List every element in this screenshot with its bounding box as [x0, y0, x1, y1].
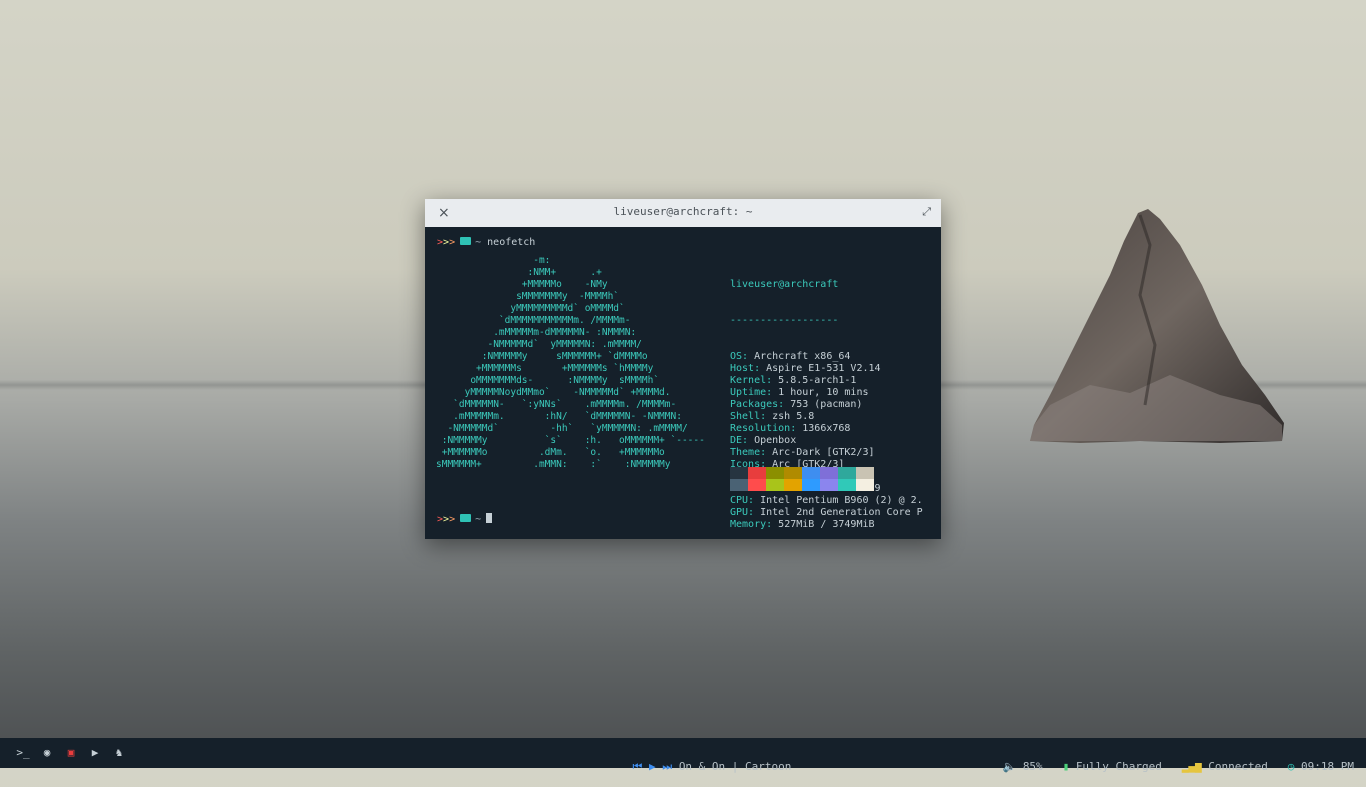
- github-launcher-icon[interactable]: ♞: [112, 746, 126, 760]
- color-swatch: [748, 479, 766, 491]
- info-key: Memory:: [730, 519, 773, 530]
- color-swatch: [838, 467, 856, 479]
- info-value: Openbox: [748, 435, 797, 446]
- color-swatch: [820, 479, 838, 491]
- info-key: Packages:: [730, 399, 785, 410]
- battery-icon: ▮: [1062, 760, 1070, 773]
- next-track-icon[interactable]: ⏭: [662, 760, 672, 773]
- info-key: DE:: [730, 435, 749, 446]
- info-value: Aspire E1-531 V2.14: [760, 363, 881, 374]
- prompt-path: ~: [475, 514, 482, 525]
- info-value: 753 (pacman): [784, 399, 863, 410]
- active-prompt-line[interactable]: >>> ~: [437, 513, 493, 526]
- info-row: Uptime: 1 hour, 10 mins: [730, 387, 923, 399]
- info-row: Shell: zsh 5.8: [730, 411, 923, 423]
- info-row: Theme: Arc-Dark [GTK2/3]: [730, 447, 923, 459]
- system-tray: 🔈 85% ▮ Fully Charged ▂▄▆ Connected ◷ 09…: [976, 747, 1354, 786]
- color-swatch: [730, 467, 748, 479]
- color-swatch: [856, 479, 874, 491]
- info-row: OS: Archcraft x86_64: [730, 351, 923, 363]
- info-key: Host:: [730, 363, 761, 374]
- info-row: CPU: Intel Pentium B960 (2) @ 2.: [730, 495, 923, 507]
- info-key: Theme:: [730, 447, 767, 458]
- info-row: Resolution: 1366x768: [730, 423, 923, 435]
- info-value: Arc-Dark [GTK2/3]: [766, 447, 875, 458]
- volume-value[interactable]: 85%: [1023, 760, 1043, 773]
- info-value: Archcraft x86_64: [748, 351, 851, 362]
- info-separator: ------------------: [730, 315, 839, 326]
- info-row: GPU: Intel 2nd Generation Core P: [730, 507, 923, 519]
- color-swatch: [784, 479, 802, 491]
- color-swatch: [838, 479, 856, 491]
- command-prompt-line: >>> ~ neofetch: [437, 237, 536, 248]
- terminal-launcher-icon[interactable]: >_: [16, 746, 30, 760]
- volume-icon[interactable]: 🔈: [1002, 760, 1016, 773]
- folder-icon: [460, 237, 472, 245]
- info-row: Packages: 753 (pacman): [730, 399, 923, 411]
- prompt-path: ~: [475, 237, 482, 248]
- network-status[interactable]: Connected: [1208, 760, 1268, 773]
- color-swatch: [802, 467, 820, 479]
- launcher-group: >_ ◉ ▣ ▶ ♞: [16, 746, 126, 760]
- bottom-panel: >_ ◉ ▣ ▶ ♞ ⏮ ▶ ⏭ On & On | Cartoon 🔈 85% ▮ F…: [0, 738, 1366, 773]
- folder-icon: [460, 514, 472, 522]
- mail-launcher-icon[interactable]: ▣: [64, 746, 78, 760]
- color-swatch: [730, 479, 748, 491]
- color-swatch: [784, 467, 802, 479]
- color-swatch: [766, 479, 784, 491]
- media-player: ⏮ ▶ ⏭ On & On | Cartoon: [606, 747, 792, 787]
- previous-track-icon[interactable]: ⏮: [633, 760, 643, 773]
- info-key: Kernel:: [730, 375, 773, 386]
- window-title: liveuser@archcraft: ~: [613, 205, 753, 218]
- info-value: Intel 2nd Generation Core P: [754, 507, 923, 518]
- info-value: 527MiB / 3749MiB: [772, 519, 875, 530]
- text-cursor: [486, 513, 493, 523]
- info-key: Shell:: [730, 411, 767, 422]
- info-value: Intel Pentium B960 (2) @ 2.: [754, 495, 923, 506]
- terminal-window[interactable]: × liveuser@archcraft: ~ ⤢ >>> ~ neofetch …: [425, 199, 941, 539]
- color-swatch: [820, 467, 838, 479]
- info-row: Kernel: 5.8.5-arch1-1: [730, 375, 923, 387]
- maximize-icon[interactable]: ⤢: [922, 205, 931, 219]
- info-key: GPU:: [730, 507, 755, 518]
- info-row: Host: Aspire E1-531 V2.14: [730, 363, 923, 375]
- system-info: liveuser@archcraft ------------------ OS…: [730, 255, 923, 555]
- info-key: Resolution:: [730, 423, 797, 434]
- info-value: 1366x768: [796, 423, 851, 434]
- network-icon[interactable]: ▂▄▆: [1182, 760, 1202, 773]
- info-row: Memory: 527MiB / 3749MiB: [730, 519, 923, 531]
- browser-launcher-icon[interactable]: ◉: [40, 746, 54, 760]
- executed-command: neofetch: [487, 237, 536, 248]
- sea-rock-image: [1030, 209, 1284, 443]
- clock-icon: ◷: [1287, 760, 1295, 773]
- terminal-body[interactable]: >>> ~ neofetch -m: :NMM+ .+ +MMMMMo -NMy …: [425, 227, 941, 539]
- info-value: 5.8.5-arch1-1: [772, 375, 857, 386]
- terminal-titlebar[interactable]: × liveuser@archcraft: ~ ⤢: [425, 199, 941, 227]
- now-playing-text: On & On | Cartoon: [678, 760, 792, 773]
- info-key: CPU:: [730, 495, 755, 506]
- color-swatch: [748, 467, 766, 479]
- clock-time[interactable]: 09:18 PM: [1301, 760, 1354, 773]
- color-swatch: [766, 467, 784, 479]
- info-key: OS:: [730, 351, 749, 362]
- youtube-launcher-icon[interactable]: ▶: [88, 746, 102, 760]
- info-value: 1 hour, 10 mins: [772, 387, 869, 398]
- play-icon[interactable]: ▶: [649, 760, 656, 773]
- battery-status: Fully Charged: [1075, 760, 1162, 773]
- info-user-host: liveuser@archcraft: [730, 279, 839, 290]
- arch-ascii-logo: -m: :NMM+ .+ +MMMMMo -NMy sMMMMMMMy -MMM…: [436, 255, 705, 470]
- info-value: zsh 5.8: [766, 411, 815, 422]
- info-row: DE: Openbox: [730, 435, 923, 447]
- color-palette: [730, 467, 874, 491]
- info-key: Uptime:: [730, 387, 773, 398]
- color-swatch: [856, 467, 874, 479]
- color-swatch: [802, 479, 820, 491]
